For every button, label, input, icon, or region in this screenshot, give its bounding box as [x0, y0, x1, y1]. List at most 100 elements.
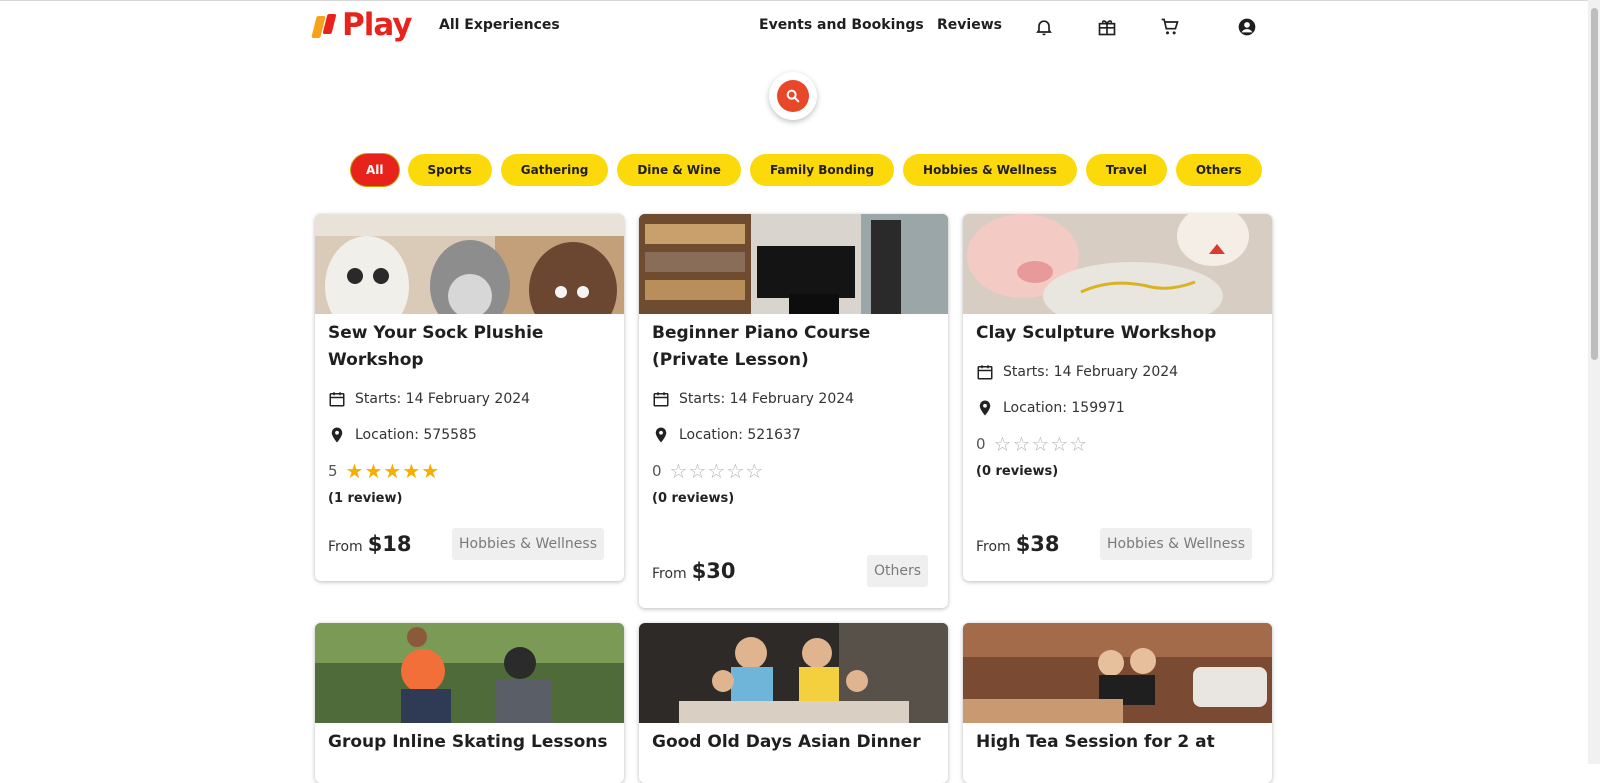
card-category-tag: Hobbies & Wellness: [452, 528, 604, 560]
card-image-piano-room: [639, 214, 948, 314]
star-filled-icon: ★: [421, 458, 440, 483]
experience-card[interactable]: High Tea Session for 2 at: [963, 623, 1272, 783]
account-circle-icon: [1238, 18, 1256, 36]
star-empty-icon: ☆: [1031, 431, 1050, 456]
logo[interactable]: Play: [311, 6, 413, 44]
category-chip-sports[interactable]: Sports: [407, 154, 492, 186]
category-chip-gathering[interactable]: Gathering: [500, 154, 609, 186]
card-price: From $18: [328, 532, 412, 556]
category-filter-bar: All Sports Gathering Dine & Wine Family …: [351, 154, 1262, 186]
star-rating: ★★★★★: [346, 461, 441, 482]
logo-mark-icon: [311, 10, 340, 40]
card-start-date: Starts: 14 February 2024: [976, 361, 1259, 383]
price-from-label: From: [652, 566, 687, 582]
card-review-count: (0 reviews): [976, 464, 1059, 479]
card-start-date: Starts: 14 February 2024: [652, 388, 935, 410]
card-rating-number: 0: [652, 462, 662, 480]
card-rating-number: 0: [976, 435, 986, 453]
category-chip-dine-wine[interactable]: Dine & Wine: [617, 154, 741, 186]
notifications-button[interactable]: [1033, 16, 1055, 38]
star-empty-icon: ☆: [1012, 431, 1031, 456]
card-location-text: Location: 521637: [679, 427, 801, 443]
calendar-icon: [977, 365, 993, 380]
card-title: Good Old Days Asian Dinner: [652, 732, 921, 752]
star-rating: ☆☆☆☆☆: [670, 461, 765, 482]
category-chip-family-bonding[interactable]: Family Bonding: [749, 154, 895, 186]
category-chip-travel[interactable]: Travel: [1085, 154, 1167, 186]
logo-text: Play: [342, 7, 413, 43]
bell-icon: [1036, 20, 1052, 36]
star-empty-icon: ☆: [707, 458, 726, 483]
location-pin-icon: [331, 427, 343, 443]
experience-card[interactable]: Clay Sculpture Workshop Starts: 14 Febru…: [963, 214, 1272, 581]
card-rating: 0 ☆☆☆☆☆: [652, 460, 935, 482]
star-filled-icon: ★: [383, 458, 402, 483]
card-title: Clay Sculpture Workshop: [976, 323, 1217, 343]
card-category-tag: Hobbies & Wellness: [1100, 528, 1252, 560]
experience-card[interactable]: Group Inline Skating Lessons: [315, 623, 624, 783]
card-image-clay-sculptures: [963, 214, 1272, 314]
top-border: [0, 0, 1600, 1]
card-image-sock-plushies: [315, 214, 624, 314]
price-amount: $30: [691, 559, 736, 583]
card-price: From $38: [976, 532, 1060, 556]
cart-button[interactable]: [1159, 16, 1181, 38]
card-rating: 0 ☆☆☆☆☆: [976, 433, 1259, 455]
gifts-button[interactable]: [1096, 16, 1118, 38]
search-button-circle: [777, 80, 809, 112]
nav-events-bookings[interactable]: Events and Bookings: [759, 17, 924, 33]
experience-card[interactable]: Good Old Days Asian Dinner: [639, 623, 948, 783]
star-filled-icon: ★: [345, 458, 364, 483]
scrollbar-thumb[interactable]: [1591, 8, 1598, 360]
price-amount: $38: [1015, 532, 1060, 556]
experience-card[interactable]: Beginner Piano Course (Private Lesson) S…: [639, 214, 948, 608]
nav-all-experiences[interactable]: All Experiences: [439, 17, 560, 33]
card-location: Location: 521637: [652, 424, 935, 446]
nav-reviews[interactable]: Reviews: [937, 17, 1002, 33]
category-chip-all[interactable]: All: [351, 154, 399, 186]
star-empty-icon: ☆: [669, 458, 688, 483]
calendar-icon: [653, 392, 669, 407]
price-from-label: From: [976, 539, 1011, 555]
experience-card[interactable]: Sew Your Sock Plushie Workshop Starts: 1…: [315, 214, 624, 581]
card-category-tag: Others: [866, 555, 928, 587]
category-chip-hobbies-wellness[interactable]: Hobbies & Wellness: [903, 154, 1077, 186]
star-empty-icon: ☆: [745, 458, 764, 483]
search-button[interactable]: [769, 72, 817, 120]
card-location-text: Location: 575585: [355, 427, 477, 443]
card-rating-number: 5: [328, 462, 338, 480]
card-price: From $30: [652, 559, 736, 583]
card-start-text: Starts: 14 February 2024: [679, 391, 855, 407]
star-filled-icon: ★: [402, 458, 421, 483]
card-review-count: (0 reviews): [652, 491, 735, 506]
star-empty-icon: ☆: [1069, 431, 1088, 456]
location-pin-icon: [979, 400, 991, 416]
card-start-text: Starts: 14 February 2024: [1003, 364, 1179, 380]
card-location: Location: 575585: [328, 424, 611, 446]
star-empty-icon: ☆: [688, 458, 707, 483]
card-image-asian-dinner: [639, 623, 948, 723]
star-empty-icon: ☆: [726, 458, 745, 483]
card-start-text: Starts: 14 February 2024: [355, 391, 531, 407]
card-start-date: Starts: 14 February 2024: [328, 388, 611, 410]
card-image-high-tea: [963, 623, 1272, 723]
price-amount: $18: [367, 532, 412, 556]
card-title: Group Inline Skating Lessons: [328, 732, 608, 752]
page-scrollbar[interactable]: [1588, 0, 1600, 764]
star-filled-icon: ★: [364, 458, 383, 483]
star-empty-icon: ☆: [993, 431, 1012, 456]
category-chip-others[interactable]: Others: [1175, 154, 1262, 186]
card-title: Sew Your Sock Plushie Workshop: [328, 323, 544, 370]
card-image-inline-skating: [315, 623, 624, 723]
card-title: Beginner Piano Course (Private Lesson): [652, 323, 871, 370]
card-title: High Tea Session for 2 at: [976, 732, 1215, 752]
star-empty-icon: ☆: [1050, 431, 1069, 456]
card-location: Location: 159971: [976, 397, 1259, 419]
card-review-count: (1 review): [328, 491, 403, 506]
search-icon: [786, 89, 800, 103]
price-from-label: From: [328, 539, 363, 555]
calendar-icon: [329, 392, 345, 407]
location-pin-icon: [655, 427, 667, 443]
account-button[interactable]: [1236, 16, 1258, 38]
gift-icon: [1098, 20, 1116, 36]
